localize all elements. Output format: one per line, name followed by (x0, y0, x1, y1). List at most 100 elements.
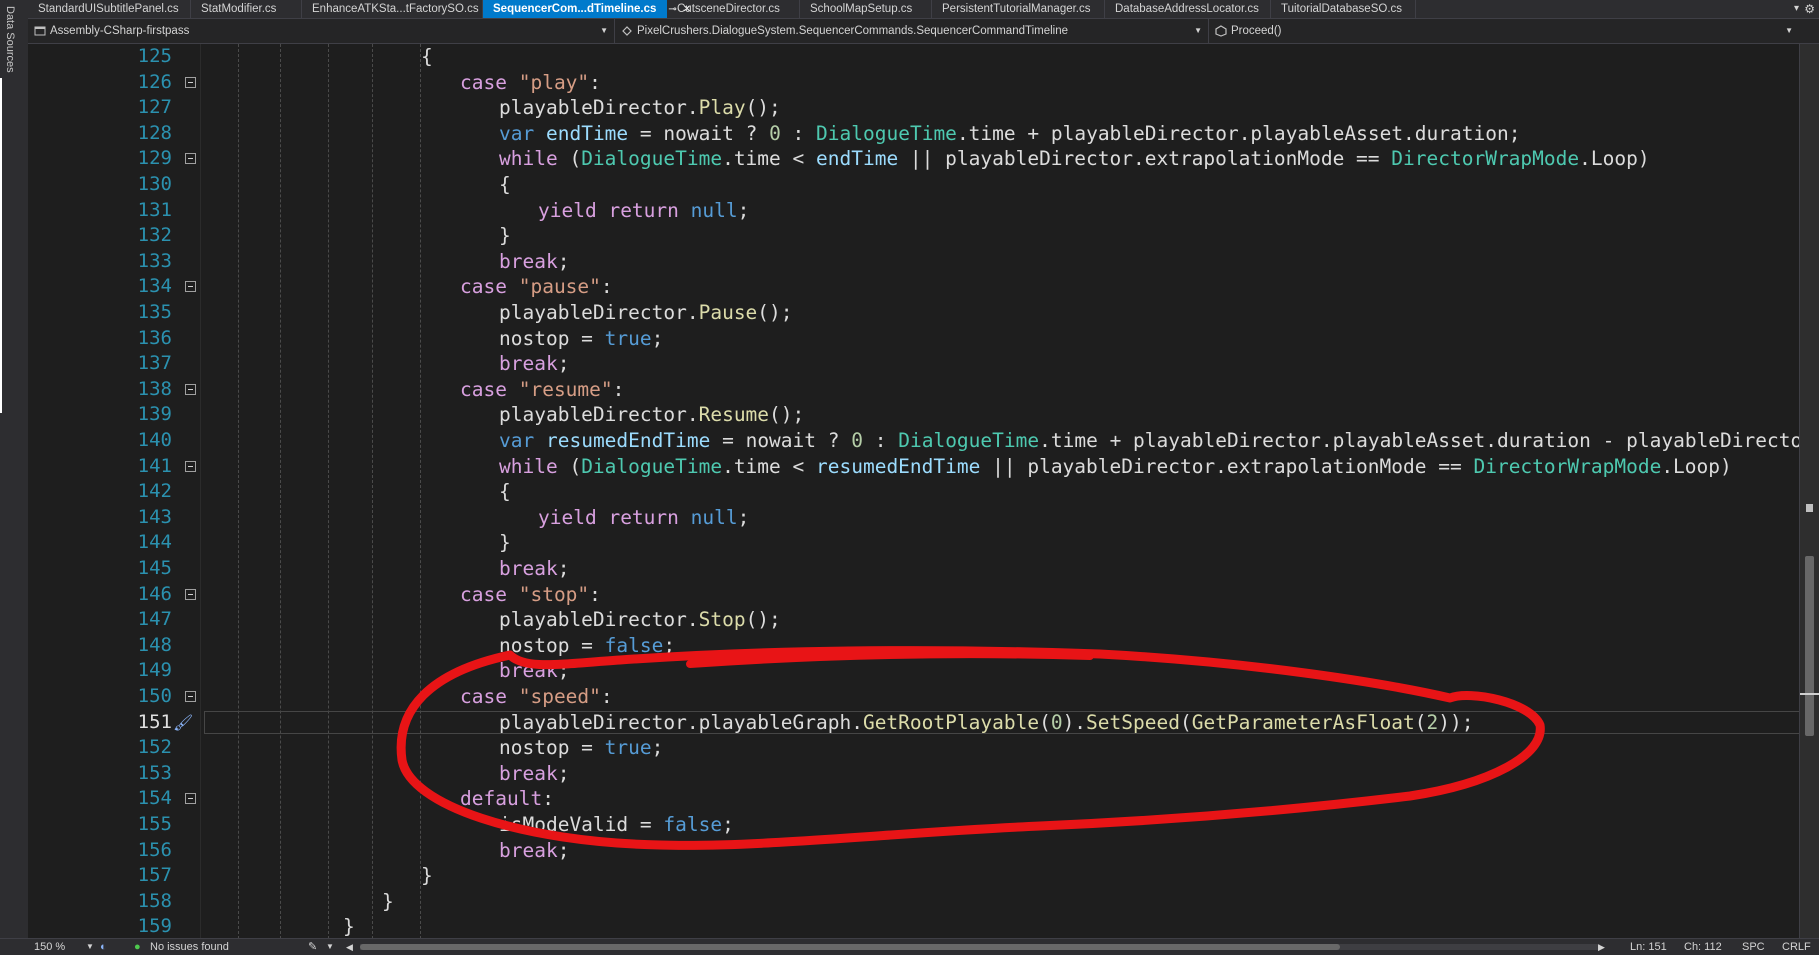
issues-status[interactable]: No issues found (150, 939, 229, 955)
line-ending-indicator[interactable]: CRLF (1782, 939, 1811, 955)
code-text[interactable]: } (382, 889, 394, 915)
member-dropdown[interactable]: Proceed() ▼ (1209, 19, 1799, 43)
code-text[interactable]: var endTime = nowait ? 0 : DialogueTime.… (499, 121, 1520, 147)
char-indicator[interactable]: Ch: 112 (1684, 939, 1722, 955)
code-text[interactable]: case "pause": (460, 274, 613, 300)
horizontal-scroll-thumb[interactable] (360, 944, 1340, 950)
tab-school-map-setup[interactable]: SchoolMapSetup.cs (800, 0, 932, 18)
code-line[interactable]: 130 { (28, 172, 1800, 198)
code-line[interactable]: 140 var resumedEndTime = nowait ? 0 : Dia… (28, 428, 1800, 454)
code-text[interactable]: break; (499, 249, 569, 275)
collapse-icon[interactable] (185, 588, 196, 600)
code-text[interactable]: } (421, 863, 433, 889)
code-line[interactable]: 125 { (28, 44, 1800, 70)
copilot-icon[interactable]: ◐ (100, 939, 107, 955)
code-line[interactable]: 134 case "pause": (28, 274, 1800, 300)
code-text[interactable]: } (499, 223, 511, 249)
data-sources-label[interactable]: Data Sources (4, 6, 16, 73)
whitespace-indicator[interactable]: SPC (1742, 939, 1765, 955)
vertical-scrollbar[interactable] (1799, 44, 1819, 939)
code-line[interactable]: 141 while (DialogueTime.time < resumedEnd… (28, 454, 1800, 480)
code-line[interactable]: 152 nostop = true; (28, 735, 1800, 761)
code-line[interactable]: 154 default: (28, 786, 1800, 812)
tab-stat-modifier[interactable]: StatModifier.cs (191, 0, 302, 18)
code-text[interactable]: nostop = true; (499, 326, 663, 352)
code-line[interactable]: 129 while (DialogueTime.time < endTime ||… (28, 146, 1800, 172)
code-text[interactable]: } (499, 530, 511, 556)
code-line[interactable]: 156 break; (28, 838, 1800, 864)
code-line[interactable]: 148 nostop = false; (28, 633, 1800, 659)
tab-standard-ui-subtitle-panel[interactable]: StandardUISubtitlePanel.cs (28, 0, 191, 18)
tab-database-address-locator[interactable]: DatabaseAddressLocator.cs (1105, 0, 1271, 18)
scroll-left-icon[interactable]: ◀ (346, 939, 353, 955)
code-text[interactable]: while (DialogueTime.time < resumedEndTim… (499, 454, 1732, 480)
code-line[interactable]: 135 playableDirector.Pause(); (28, 300, 1800, 326)
code-text[interactable]: yield return null; (538, 198, 749, 224)
code-text[interactable]: case "speed": (460, 684, 613, 710)
project-dropdown[interactable]: Assembly-CSharp-firstpass ▼ (28, 19, 615, 43)
collapse-icon[interactable] (185, 383, 196, 395)
code-text[interactable]: { (499, 172, 511, 198)
scroll-right-icon[interactable]: ▶ (1598, 939, 1605, 955)
code-line[interactable]: 144} (28, 530, 1800, 556)
tab-settings-icon[interactable]: ⚙ (1804, 0, 1815, 18)
code-text[interactable]: playableDirector.Resume(); (499, 402, 804, 428)
code-line[interactable]: 132} (28, 223, 1800, 249)
vertical-scroll-thumb[interactable] (1805, 556, 1814, 736)
code-text[interactable]: playableDirector.Play(); (499, 95, 781, 121)
code-text[interactable]: yield return null; (538, 505, 749, 531)
tab-enhance-atk-factory[interactable]: EnhanceATKSta...tFactorySO.cs (302, 0, 483, 18)
code-text[interactable]: { (499, 479, 511, 505)
code-line[interactable]: 🖌 151 playableDirector.playableGraph.GetRo… (28, 710, 1800, 736)
code-text[interactable]: var resumedEndTime = nowait ? 0 : Dialog… (499, 428, 1800, 454)
tab-cutscene-director[interactable]: CutsceneDirector.cs (667, 0, 800, 18)
collapse-icon[interactable] (185, 76, 196, 88)
collapse-icon[interactable] (185, 460, 196, 472)
code-line[interactable]: 158} (28, 889, 1800, 915)
code-text[interactable]: case "resume": (460, 377, 624, 403)
collapse-icon[interactable] (185, 793, 196, 805)
code-text[interactable]: playableDirector.Stop(); (499, 607, 781, 633)
tab-overflow-icon[interactable]: ▾ (1794, 0, 1799, 18)
code-line[interactable]: 131 yield return null; (28, 198, 1800, 224)
code-line[interactable]: 145 break; (28, 556, 1800, 582)
collapse-icon[interactable] (185, 691, 196, 702)
horizontal-scrollbar[interactable] (360, 944, 1600, 950)
code-line[interactable]: 147 playableDirector.Stop(); (28, 607, 1800, 633)
code-text[interactable]: playableDirector.playableGraph.GetRootPl… (499, 710, 1474, 736)
quick-actions-icon[interactable]: 🖌 (173, 713, 193, 732)
collapse-icon[interactable] (185, 281, 196, 293)
code-line[interactable]: 146 case "stop": (28, 582, 1800, 608)
code-text[interactable]: break; (499, 761, 569, 787)
code-line[interactable]: 126 case "play": (28, 70, 1800, 96)
code-text[interactable]: playableDirector.Pause(); (499, 300, 793, 326)
code-line[interactable]: 153 break; (28, 761, 1800, 787)
cleanup-chevron-icon[interactable]: ▼ (326, 939, 334, 955)
type-dropdown[interactable]: PixelCrushers.DialogueSystem.SequencerCo… (615, 19, 1209, 43)
cleanup-brush-icon[interactable]: ✎ (308, 939, 317, 955)
code-line[interactable]: 157} (28, 863, 1800, 889)
code-text[interactable]: while (DialogueTime.time < endTime || pl… (499, 146, 1650, 172)
code-line[interactable]: 133 break; (28, 249, 1800, 275)
code-text[interactable]: isModeValid = false; (499, 812, 734, 838)
line-indicator[interactable]: Ln: 151 (1630, 939, 1667, 955)
code-text[interactable]: } (343, 914, 355, 939)
code-line[interactable]: 128 var endTime = nowait ? 0 : DialogueTi… (28, 121, 1800, 147)
tab-tuitorial-database-so[interactable]: TuitorialDatabaseSO.cs (1271, 0, 1416, 18)
code-text[interactable]: case "play": (460, 70, 601, 96)
code-text[interactable]: break; (499, 838, 569, 864)
code-line[interactable]: 137 break; (28, 351, 1800, 377)
code-line[interactable]: 127 playableDirector.Play(); (28, 95, 1800, 121)
code-line[interactable]: 150 case "speed": (28, 684, 1800, 710)
code-editor[interactable]: 125{126 case "play": 127 playableDirector.P… (28, 44, 1800, 939)
code-text[interactable]: { (421, 44, 433, 70)
tab-sequencer-command-timeline[interactable]: SequencerCom...dTimeline.cs ⊸ ✕ (483, 0, 691, 18)
code-line[interactable]: 142 { (28, 479, 1800, 505)
code-line[interactable]: 159} (28, 914, 1800, 939)
code-text[interactable]: break; (499, 556, 569, 582)
collapse-icon[interactable] (185, 153, 196, 165)
code-line[interactable]: 155 isModeValid = false; (28, 812, 1800, 838)
zoom-chevron-icon[interactable]: ▼ (86, 939, 94, 955)
code-line[interactable]: 149 break; (28, 658, 1800, 684)
code-text[interactable]: case "stop": (460, 582, 601, 608)
